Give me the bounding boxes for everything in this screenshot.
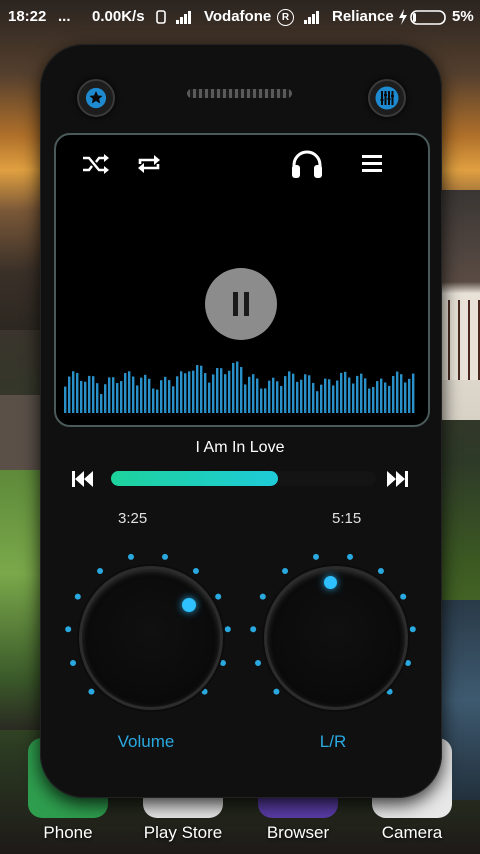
knob-scale-dot	[88, 688, 95, 695]
knob-scale-dot	[377, 567, 384, 574]
knob-scale-dot	[74, 593, 81, 600]
knob-scale-dot	[219, 659, 226, 666]
knob-scale-dot	[400, 593, 407, 600]
knob-scale-dot	[192, 567, 199, 574]
knob-scale-dot	[347, 553, 354, 560]
knob-scale-dot	[259, 593, 266, 600]
knob-scale-dot	[404, 659, 411, 666]
knob-scale-dot	[162, 553, 169, 560]
knob-indicator-dots	[65, 553, 416, 695]
knob-scale-dot	[282, 567, 289, 574]
balance-knob-indicator	[324, 576, 337, 589]
balance-knob[interactable]	[264, 566, 408, 710]
knob-scale-dot	[409, 626, 416, 633]
knob-scale-dot	[255, 659, 262, 666]
knob-scale-dot	[273, 688, 280, 695]
knob-scale-dot	[97, 567, 104, 574]
balance-label: L/R	[319, 732, 347, 751]
volume-knob-indicator	[182, 598, 196, 612]
knob-scale-dot	[224, 626, 231, 633]
volume-knob[interactable]	[79, 566, 223, 710]
volume-label: Volume	[117, 732, 175, 751]
knob-scale-dot	[201, 688, 208, 695]
knob-scale-dot	[65, 626, 72, 633]
knob-scale-dot	[386, 688, 393, 695]
knob-scale-dot	[70, 659, 77, 666]
knob-scale-dot	[215, 593, 222, 600]
knob-scale-dot	[127, 553, 134, 560]
knob-scale-dot	[250, 626, 257, 633]
knob-scale-dot	[312, 553, 319, 560]
